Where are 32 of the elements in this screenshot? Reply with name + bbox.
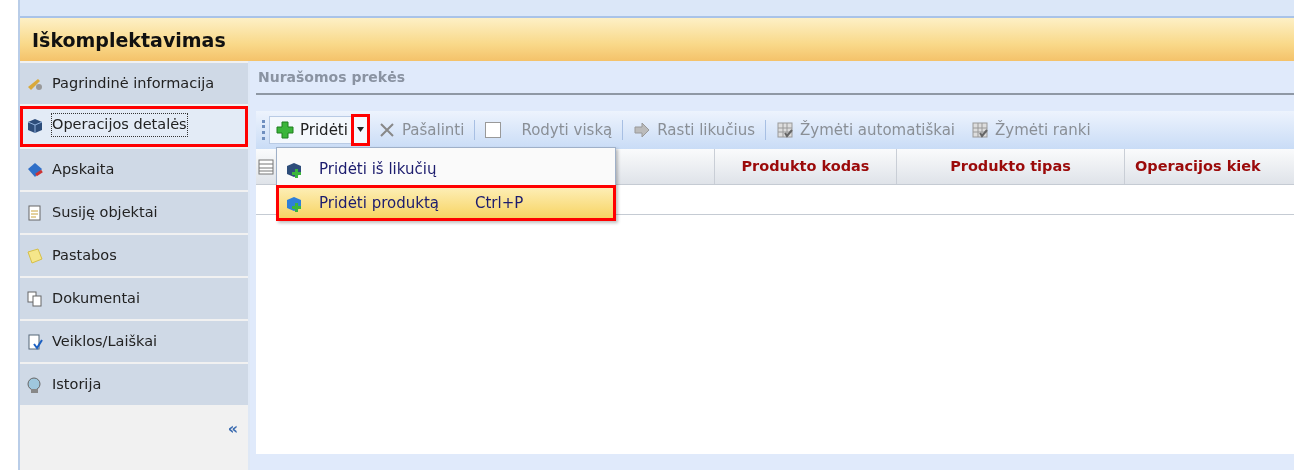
section-title: Nurašomos prekės [256,67,1294,95]
toolbar-grip-icon [262,120,265,140]
document-icon [26,203,44,222]
grid-check-icon [776,121,794,139]
plus-icon [276,121,294,139]
sidebar-item[interactable]: Veiklos/Laiškai [20,321,248,362]
sidebar-item[interactable]: Operacijos detalės [20,106,248,147]
sidebar-item[interactable]: Apskaita [20,149,248,190]
box-icon [26,116,44,134]
sidebar-item[interactable]: Pastabos [20,235,248,276]
sidebar-item[interactable]: Dokumentai [20,278,248,319]
cube-plus-icon [285,194,303,212]
sidebar-item[interactable]: Susiję objektai [20,192,248,233]
column-header[interactable]: Produkto tipas [896,149,1124,184]
menu-item[interactable]: Pridėti produktą Ctrl+P [279,188,613,218]
sidebar-item[interactable]: Pagrindinė informacija [20,63,248,104]
close-icon [377,121,396,139]
grid-check-icon [971,121,990,139]
window-title: Iškomplektavimas [20,18,1294,61]
column-header[interactable]: Operacijos kiek [1124,149,1294,184]
dropdown-arrow-button[interactable] [353,116,367,144]
box-plus-icon [285,160,303,178]
tag-icon [26,160,44,179]
column-chooser-icon [258,157,276,176]
sidebar-item[interactable]: Istorija [20,364,248,405]
collapse-button[interactable]: « [227,417,238,441]
checklist-icon [26,332,44,351]
note-icon [26,246,44,265]
column-header[interactable]: Produkto kodas [714,149,896,184]
caret-icon [356,127,364,133]
arrow-icon [633,121,652,139]
documents-icon [26,289,44,308]
